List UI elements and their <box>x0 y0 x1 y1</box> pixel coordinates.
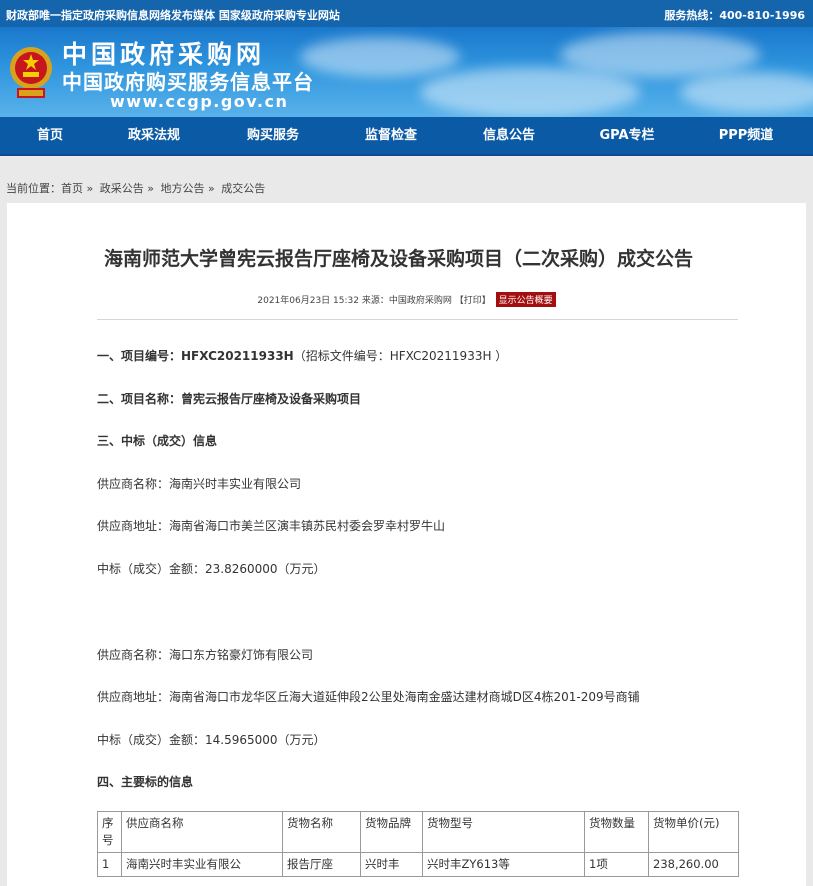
table-cell: 报告厅座 <box>282 852 361 877</box>
table-header-cell: 货物数量 <box>584 811 649 853</box>
table-cell: 海南兴时丰实业有限公 <box>121 852 283 877</box>
supplier-2-address: 供应商地址：海南省海口市龙华区丘海大道延伸段2公里处海南金盛达建材商城D区4栋2… <box>97 690 640 704</box>
section-main-items: 四、主要标的信息 <box>97 775 194 789</box>
page-title: 海南师范大学曾宪云报告厅座椅及设备采购项目（二次采购）成交公告 <box>103 248 693 270</box>
nav-ppp[interactable]: PPP频道 <box>710 117 782 154</box>
divider <box>97 319 738 320</box>
table-header-cell: 货物品牌 <box>360 811 423 853</box>
supplier-1-address: 供应商地址：海南省海口市美兰区演丰镇苏民村委会罗幸村罗牛山 <box>97 519 446 533</box>
breadcrumb-deal[interactable]: 成交公告 <box>221 182 265 195</box>
supplier-1-amount: 中标（成交）金额：23.8260000（万元） <box>97 562 326 576</box>
site-logo-subtitle: 中国政府购买服务信息平台 <box>62 70 314 94</box>
table-cell: 1项 <box>584 852 649 877</box>
items-table: 序号 供应商名称 货物名称 货物品牌 货物型号 货物数量 货物单价(元) 1 海… <box>97 811 739 877</box>
project-name: 二、项目名称：曾宪云报告厅座椅及设备采购项目 <box>97 392 362 406</box>
table-cell: 1 <box>97 852 122 877</box>
table-cell: 兴时丰ZY613等 <box>422 852 585 877</box>
breadcrumb: 当前位置：首页 » 政采公告 » 地方公告 » 成交公告 <box>6 180 268 196</box>
table-header-cell: 货物名称 <box>282 811 361 853</box>
table-header-cell: 供应商名称 <box>121 811 283 853</box>
article-meta-text: 2021年06月23日 15:32 来源：中国政府采购网 【打印】 <box>257 296 491 306</box>
supplier-1-name: 供应商名称：海南兴时丰实业有限公司 <box>97 477 302 491</box>
nav-supervision[interactable]: 监督检查 <box>355 117 427 154</box>
site-banner: 中国政府采购网 中国政府购买服务信息平台 www.ccgp.gov.cn <box>0 27 813 117</box>
national-emblem-icon <box>8 40 54 102</box>
supplier-2-amount: 中标（成交）金额：14.5965000（万元） <box>97 733 326 747</box>
table-cell: 238,260.00 <box>648 852 739 877</box>
breadcrumb-procurement[interactable]: 政采公告 » <box>100 182 154 195</box>
breadcrumb-home[interactable]: 当前位置：首页 » <box>6 182 93 195</box>
section-award-info: 三、中标（成交）信息 <box>97 434 218 448</box>
table-header-cell: 货物型号 <box>422 811 585 853</box>
main-nav: 首页 政采法规 购买服务 监督检查 信息公告 GPA专栏 PPP频道 <box>0 117 813 156</box>
nav-gpa[interactable]: GPA专栏 <box>591 117 663 154</box>
site-logo-title[interactable]: 中国政府采购网 <box>62 41 265 68</box>
supplier-2-name: 供应商名称：海口东方铭豪灯饰有限公司 <box>97 648 314 662</box>
table-header-row: 序号 供应商名称 货物名称 货物品牌 货物型号 货物数量 货物单价(元) <box>97 811 739 853</box>
service-hotline: 服务热线：400-810-1996 <box>664 9 805 22</box>
top-bar-slogan: 财政部唯一指定政府采购信息网络发布媒体 国家级政府采购专业网站 <box>6 9 340 22</box>
table-header-cell: 货物单价(元) <box>648 811 739 853</box>
project-number-value: HFXC20211933H <box>181 349 294 363</box>
project-number-label: 一、项目编号： <box>97 349 182 363</box>
table-row: 1 海南兴时丰实业有限公 报告厅座 兴时丰 兴时丰ZY613等 1项 238,2… <box>97 852 739 877</box>
nav-home[interactable]: 首页 <box>20 117 80 154</box>
nav-purchase-services[interactable]: 购买服务 <box>237 117 309 154</box>
tender-number: （招标文件编号：HFXC20211933H ） <box>293 349 508 363</box>
top-bar: 财政部唯一指定政府采购信息网络发布媒体 国家级政府采购专业网站 服务热线：400… <box>0 0 813 27</box>
show-summary-button[interactable]: 显示公告概要 <box>495 292 556 307</box>
project-number: 一、项目编号：HFXC20211933H（招标文件编号：HFXC20211933… <box>97 347 507 364</box>
table-header-cell: 序号 <box>97 811 122 853</box>
table-cell: 兴时丰 <box>360 852 423 877</box>
article-meta: 2021年06月23日 15:32 来源：中国政府采购网 【打印】 显示公告概要 <box>0 292 813 307</box>
nav-regulations[interactable]: 政采法规 <box>118 117 190 154</box>
breadcrumb-local[interactable]: 地方公告 » <box>160 182 214 195</box>
nav-announcements[interactable]: 信息公告 <box>473 117 545 154</box>
site-url: www.ccgp.gov.cn <box>110 92 289 111</box>
